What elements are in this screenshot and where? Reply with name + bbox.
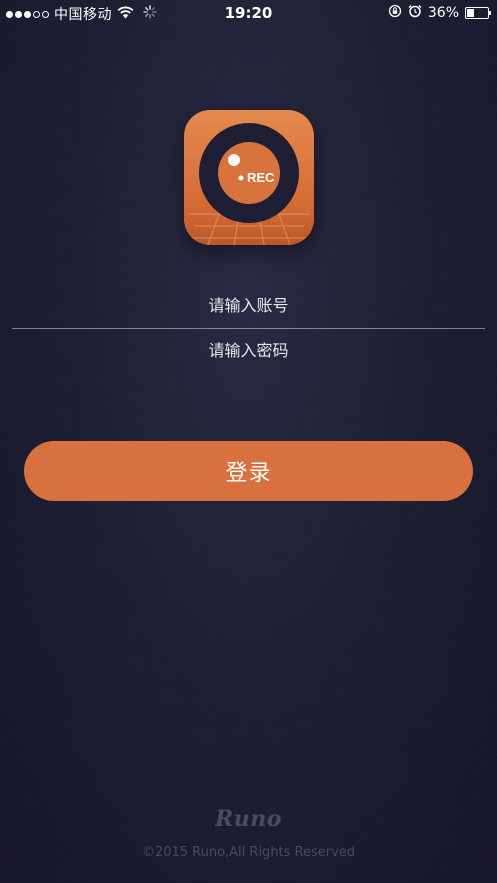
copyright-text: ©2015 Runo,All Rights Reserved bbox=[141, 845, 356, 860]
status-bar: 中国移动 19:20 36% bbox=[0, 0, 497, 26]
battery-level bbox=[467, 9, 474, 17]
field-divider bbox=[12, 328, 485, 329]
battery-icon bbox=[465, 7, 491, 19]
alarm-icon bbox=[408, 4, 422, 22]
status-bar-right: 36% bbox=[388, 4, 491, 22]
orientation-lock-icon bbox=[388, 4, 402, 22]
password-input[interactable] bbox=[12, 335, 485, 365]
battery-percent: 36% bbox=[427, 5, 459, 21]
login-button[interactable]: 登录 bbox=[24, 441, 473, 501]
rec-badge-text: REC bbox=[247, 170, 275, 185]
app-logo-icon: REC bbox=[184, 110, 314, 245]
runo-brand-logo: Runo bbox=[215, 806, 282, 832]
account-input[interactable] bbox=[12, 290, 485, 320]
